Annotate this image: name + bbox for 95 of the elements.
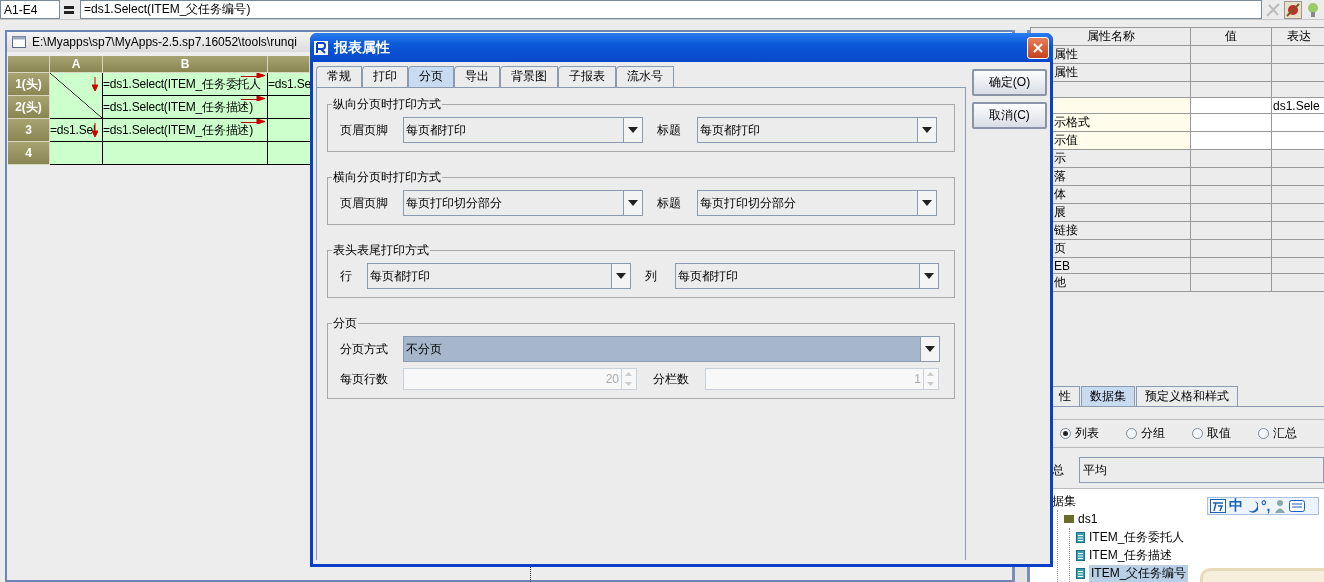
combo-box[interactable]: 每页都打印 bbox=[697, 117, 937, 143]
window-icon bbox=[12, 36, 26, 48]
close-button[interactable] bbox=[1027, 36, 1049, 59]
group-title: 分页 bbox=[332, 315, 358, 332]
combo-box[interactable]: 不分页 bbox=[403, 336, 940, 362]
field-label: 分页方式 bbox=[340, 340, 389, 358]
combo-box[interactable]: 每页都打印 bbox=[675, 263, 939, 289]
close-icon bbox=[1032, 41, 1044, 54]
column-header[interactable]: 值 bbox=[1190, 27, 1272, 46]
table-cell[interactable] bbox=[50, 142, 103, 165]
combo-box[interactable]: 每页打印切分部分 bbox=[697, 190, 937, 216]
combo-box[interactable]: 每页都打印 bbox=[367, 263, 631, 289]
corner-header bbox=[8, 56, 50, 73]
caret-icon bbox=[922, 127, 932, 133]
dialog-button[interactable]: 确定(O) bbox=[972, 69, 1047, 96]
field-icon bbox=[1076, 567, 1085, 579]
field-label: 行 bbox=[340, 267, 353, 285]
table-cell[interactable] bbox=[268, 142, 310, 165]
tree-item[interactable]: ITEM_任务描述 bbox=[1076, 546, 1173, 564]
formula-field[interactable]: =ds1.Select(ITEM_父任务编号) bbox=[80, 0, 1262, 19]
row-header: 2(头) bbox=[8, 96, 50, 119]
radio-label[interactable]: 汇总 bbox=[1273, 425, 1297, 442]
up-arrow-icon bbox=[924, 369, 937, 379]
field-label: 总 bbox=[1052, 461, 1064, 479]
field-label: 每页行数 bbox=[340, 370, 389, 388]
field-label: 标题 bbox=[657, 121, 682, 139]
caret-icon bbox=[925, 346, 935, 352]
table-cell[interactable]: =ds1.Select(ITEM_任务描述) bbox=[103, 96, 268, 119]
caret-icon bbox=[628, 200, 638, 206]
column-header: A bbox=[50, 56, 103, 73]
row-header: 4 bbox=[8, 142, 50, 165]
table-cell[interactable]: =ds1.Select(ITEM_任务委托人 bbox=[103, 73, 268, 96]
down-arrow-icon bbox=[622, 379, 635, 389]
tab[interactable]: 预定义格和样式 bbox=[1136, 386, 1238, 406]
keyboard-icon[interactable] bbox=[1288, 500, 1305, 512]
table-cell[interactable] bbox=[268, 119, 310, 142]
field-label: 分栏数 bbox=[653, 370, 690, 388]
column-header bbox=[268, 56, 310, 73]
radio-label[interactable]: 取值 bbox=[1207, 425, 1231, 442]
field-label: 页眉页脚 bbox=[340, 121, 389, 139]
table-cell[interactable] bbox=[268, 96, 310, 119]
window-title: E:\Myapps\sp7\MyApps-2.5.sp7.16052\tools\runqi bbox=[32, 35, 297, 49]
table-cell[interactable]: =ds1.Sel bbox=[50, 119, 103, 142]
up-arrow-icon bbox=[622, 369, 635, 379]
tab[interactable]: 数据集 bbox=[1081, 386, 1135, 406]
punctuation-mode[interactable]: °, bbox=[1261, 498, 1271, 514]
group-title: 横向分页时打印方式 bbox=[332, 169, 442, 186]
caret-icon bbox=[922, 200, 932, 206]
radio-button[interactable] bbox=[1126, 428, 1137, 439]
radio-button[interactable] bbox=[1060, 428, 1071, 439]
field-label: 页眉页脚 bbox=[340, 194, 389, 212]
tab[interactable]: 导出 bbox=[454, 66, 500, 87]
row-header: 1(头) bbox=[8, 73, 50, 96]
tree-item[interactable]: ds1 bbox=[1064, 510, 1098, 528]
ime-logo-icon bbox=[1210, 499, 1226, 513]
tree-item[interactable]: 据集 bbox=[1052, 492, 1076, 510]
down-arrow-icon bbox=[924, 379, 937, 389]
table-cell[interactable] bbox=[103, 142, 268, 165]
group-title: 纵向分页时打印方式 bbox=[332, 96, 442, 113]
radio-button[interactable] bbox=[1192, 428, 1203, 439]
cell-reference-field[interactable]: A1-E4 bbox=[0, 0, 60, 19]
equals-icon bbox=[63, 4, 75, 15]
dialog-title: 报表属性 bbox=[334, 38, 390, 57]
radio-button[interactable] bbox=[1258, 428, 1269, 439]
app-icon bbox=[314, 40, 328, 55]
field-icon bbox=[1076, 549, 1085, 561]
table-cell[interactable]: =ds1.Select(ITEM_任务描述) bbox=[103, 119, 268, 142]
caret-icon bbox=[924, 273, 934, 279]
radio-label[interactable]: 分组 bbox=[1141, 425, 1165, 442]
folder-icon bbox=[1064, 515, 1074, 523]
tree-item[interactable]: ITEM_任务委托人 bbox=[1076, 528, 1185, 546]
tab[interactable]: 分页 bbox=[408, 66, 454, 87]
table-cell[interactable]: =ds1.Se bbox=[268, 73, 310, 96]
column-header[interactable]: 表达 bbox=[1271, 27, 1324, 46]
field-icon bbox=[1076, 531, 1085, 543]
row-header: 3 bbox=[8, 119, 50, 142]
person-icon[interactable] bbox=[1273, 499, 1286, 513]
field-label: 标题 bbox=[657, 194, 682, 212]
tab[interactable]: 子报表 bbox=[558, 66, 616, 87]
input-mode[interactable]: 中 bbox=[1229, 497, 1243, 515]
tab[interactable]: 常规 bbox=[316, 66, 362, 87]
group-title: 表头表尾打印方式 bbox=[332, 242, 430, 259]
column-header: B bbox=[103, 56, 268, 73]
column-header[interactable]: 属性名称 bbox=[1030, 27, 1191, 46]
radio-label[interactable]: 列表 bbox=[1075, 425, 1099, 442]
caret-icon bbox=[616, 273, 626, 279]
tab[interactable]: 背景图 bbox=[500, 66, 558, 87]
field-label: 列 bbox=[645, 267, 658, 285]
combo-box[interactable]: 每页都打印 bbox=[403, 117, 643, 143]
tab[interactable]: 打印 bbox=[362, 66, 408, 87]
dialog-button[interactable]: 取消(C) bbox=[972, 102, 1047, 129]
tab[interactable]: 流水号 bbox=[616, 66, 674, 87]
combo-box[interactable]: 每页打印切分部分 bbox=[403, 190, 643, 216]
summary-field[interactable]: 平均 bbox=[1079, 457, 1324, 483]
caret-icon bbox=[628, 127, 638, 133]
